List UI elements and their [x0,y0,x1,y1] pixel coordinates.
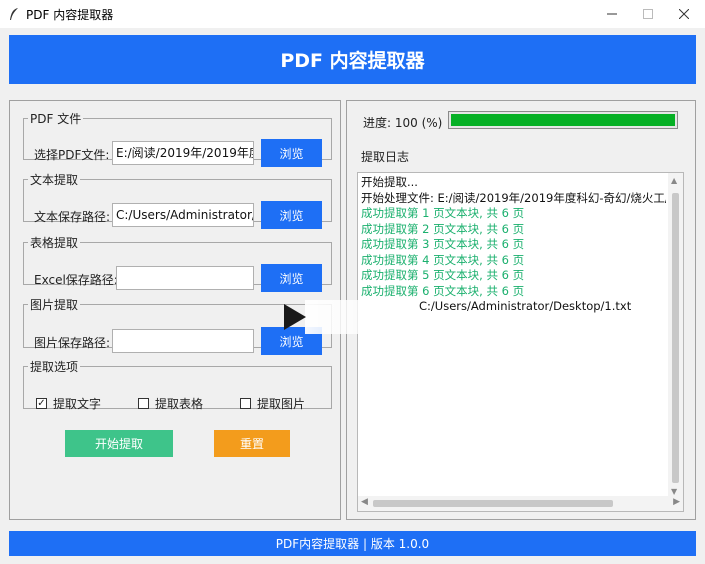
maximize-button[interactable] [630,0,666,28]
log-line: 成功提取第 2 页文本块, 共 6 页 [361,221,525,236]
log-lines: 开始提取... 开始处理文件: E:/阅读/2019年/2019年度科幻-奇幻/烧… [361,175,666,315]
text-save-input[interactable]: C:/Users/Administrator/De [112,203,254,227]
extract-text-checkbox[interactable]: ✓ 提取文字 [36,395,101,412]
text-browse-button[interactable]: 浏览 [261,201,322,229]
log-line: 开始提取... [361,175,418,189]
checkbox-box[interactable] [240,398,251,409]
excel-save-input[interactable] [116,266,254,290]
pdf-file-legend: PDF 文件 [30,112,82,126]
log-line: 成功提取第 1 页文本块, 共 6 页 [361,206,525,220]
progress-bar [448,111,678,129]
progress-fill [451,114,675,126]
excel-save-label: Excel保存路径: [34,273,118,287]
log-line: 成功提取第 5 页文本块, 共 6 页 [361,268,525,282]
scrollbar-thumb[interactable] [373,500,613,507]
checkbox-label: 提取表格 [155,397,204,411]
text-extract-group: 文本提取 文本保存路径: C:/Users/Administrator/De 浏… [23,171,332,229]
close-icon [679,9,689,19]
status-footer: PDF内容提取器 | 版本 1.0.0 [9,531,696,556]
checkbox-box[interactable] [138,398,149,409]
vertical-scrollbar[interactable]: ▲ ▼ [668,173,683,498]
scrollbar-thumb[interactable] [672,193,679,483]
log-label: 提取日志 [361,150,410,164]
cursor-trail [305,300,415,334]
table-extract-group: 表格提取 Excel保存路径: 浏览 [23,234,332,292]
text-extract-legend: 文本提取 [30,173,79,187]
cursor-arrow-icon [284,304,306,330]
log-line: 成功提取第 4 页文本块, 共 6 页 [361,252,525,267]
image-extract-legend: 图片提取 [30,298,79,312]
text-save-label: 文本保存路径: [34,210,111,224]
scroll-right-icon[interactable]: ▶ [673,497,680,507]
pdf-file-label: 选择PDF文件: [34,148,110,162]
footer-text: PDF内容提取器 | 版本 1.0.0 [275,537,430,551]
extract-options-group: 提取选项 ✓ 提取文字 提取表格 提取图片 [23,358,332,412]
app-title: PDF 内容提取器 [280,50,425,72]
pdf-browse-button[interactable]: 浏览 [261,139,322,167]
extract-options-legend: 提取选项 [30,360,79,374]
pdf-file-group: PDF 文件 选择PDF文件: E:/阅读/2019年/2019年度科 浏览 [23,110,332,167]
app-header: PDF 内容提取器 [9,35,696,84]
scroll-up-icon[interactable]: ▲ [671,176,677,185]
excel-browse-button[interactable]: 浏览 [261,264,322,292]
reset-button[interactable]: 重置 [214,430,290,457]
scroll-left-icon[interactable]: ◀ [361,497,368,507]
image-save-input[interactable] [112,329,254,353]
log-line: 开始处理文件: E:/阅读/2019年/2019年度科幻-奇幻/烧火工/烧火 [361,190,666,205]
progress-label: 进度: 100 (%) [363,116,443,130]
title-bar: PDF 内容提取器 [0,0,705,28]
image-save-label: 图片保存路径: [34,336,111,350]
scroll-down-icon[interactable]: ▼ [671,487,677,496]
window-title: PDF 内容提取器 [26,8,114,22]
table-extract-legend: 表格提取 [30,236,79,250]
log-textarea[interactable]: 开始提取... 开始处理文件: E:/阅读/2019年/2019年度科幻-奇幻/烧… [357,172,684,512]
extract-image-checkbox[interactable]: 提取图片 [240,395,305,412]
checkbox-box[interactable]: ✓ [36,398,47,409]
log-line: 成功提取第 3 页文本块, 共 6 页 [361,237,525,251]
feather-icon [10,8,18,20]
minimize-button[interactable] [594,0,630,28]
horizontal-scrollbar[interactable]: ◀ ▶ [358,496,683,511]
start-extract-button[interactable]: 开始提取 [65,430,173,457]
checkbox-label: 提取图片 [257,397,306,411]
checkbox-label: 提取文字 [53,397,102,411]
pdf-file-input[interactable]: E:/阅读/2019年/2019年度科 [112,141,254,165]
extract-table-checkbox[interactable]: 提取表格 [138,395,203,412]
close-button[interactable] [666,0,702,28]
log-line: 成功提取第 6 页文本块, 共 6 页 [361,283,525,298]
